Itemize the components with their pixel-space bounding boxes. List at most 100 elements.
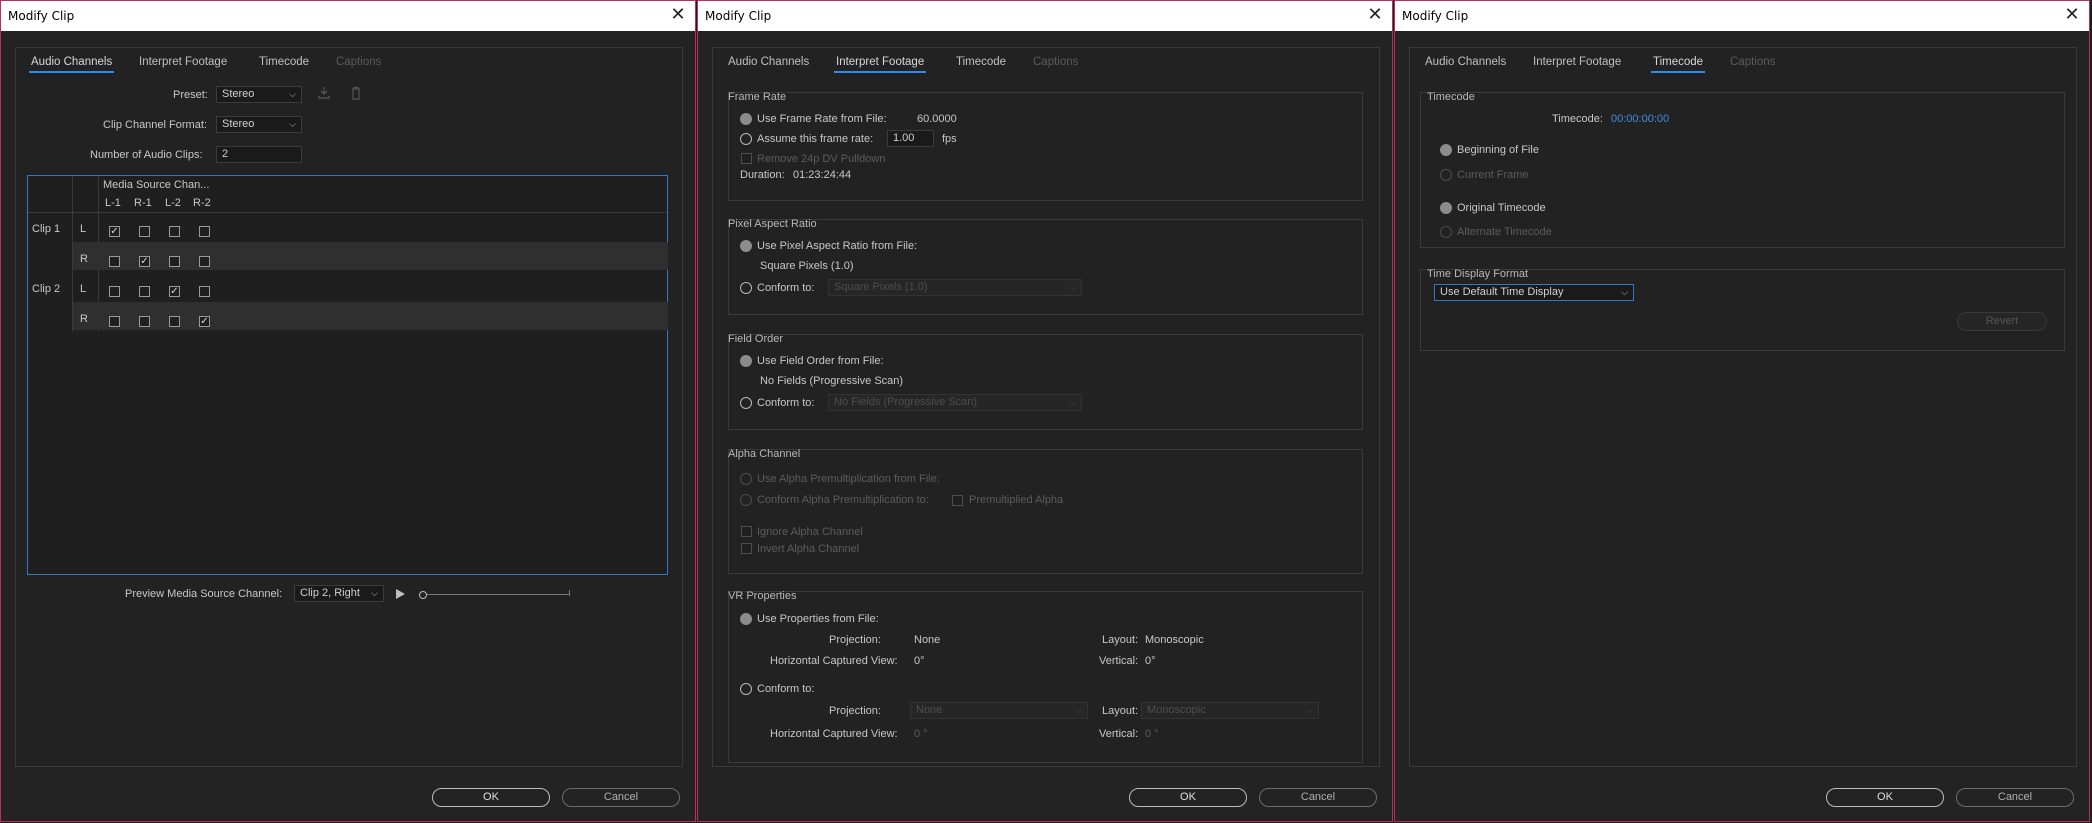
current-frame-label: Current Frame: [1457, 169, 1529, 181]
channel-map-checkbox[interactable]: ✓: [199, 316, 210, 327]
clip-channel-format-dropdown[interactable]: Stereo ⌵: [216, 116, 302, 133]
source-column-r2: R-2: [193, 197, 211, 209]
row-channel-label: R: [80, 253, 88, 265]
channel-map-checkbox[interactable]: [139, 286, 150, 297]
chevron-down-icon: ⌵: [289, 119, 296, 129]
channel-map-checkbox[interactable]: ✓: [169, 286, 180, 297]
conform-alpha-premult-label: Conform Alpha Premultiplication to:: [757, 494, 929, 506]
preview-channel-dropdown[interactable]: Clip 2, Right ⌵: [294, 585, 384, 602]
original-timecode-radio[interactable]: [1440, 202, 1452, 214]
assume-frame-rate-radio[interactable]: [740, 133, 752, 145]
beginning-of-file-radio[interactable]: [1440, 144, 1452, 156]
cancel-button[interactable]: Cancel: [562, 788, 680, 807]
clip-channel-format-value: Stereo: [222, 118, 255, 130]
chevron-down-icon: ⌵: [1621, 287, 1628, 297]
dialog-panel: Audio Channels Interpret Footage Timecod…: [712, 47, 1380, 767]
tab-interpret-footage[interactable]: Interpret Footage: [139, 56, 227, 68]
channel-map-checkbox[interactable]: [199, 226, 210, 237]
channel-map-checkbox[interactable]: [169, 316, 180, 327]
channel-map-checkbox[interactable]: ✓: [109, 226, 120, 237]
conform-par-value: Square Pixels (1.0): [834, 281, 928, 293]
use-par-label: Use Pixel Aspect Ratio from File:: [757, 240, 918, 252]
clip-1-label: Clip 1: [32, 223, 61, 235]
conform-field-order-radio[interactable]: [740, 397, 752, 409]
duration-label: Duration:: [740, 169, 785, 181]
conform-par-dropdown: Square Pixels (1.0) ⌵: [828, 279, 1082, 296]
chevron-down-icon: ⌵: [1306, 705, 1313, 715]
vertical-label: Vertical:: [1099, 655, 1139, 667]
layout-value: Monoscopic: [1145, 634, 1204, 646]
tab-timecode[interactable]: Timecode: [956, 56, 1006, 68]
window-title: Modify Clip: [1402, 9, 1469, 23]
cancel-button[interactable]: Cancel: [1259, 788, 1377, 807]
ok-button[interactable]: OK: [1129, 788, 1247, 807]
conform-hcv-label: Horizontal Captured View:: [770, 728, 898, 740]
tab-audio-channels[interactable]: Audio Channels: [728, 56, 809, 68]
tab-audio-channels[interactable]: Audio Channels: [28, 56, 115, 73]
timecode-label: Timecode:: [1552, 113, 1603, 125]
timecode-group: Timecode Timecode: 00:00:00:00 Beginning…: [1420, 91, 2065, 248]
close-icon[interactable]: ✕: [667, 4, 689, 26]
tab-audio-channels[interactable]: Audio Channels: [1425, 56, 1506, 68]
preset-dropdown[interactable]: Stereo ⌵: [216, 86, 302, 103]
row-channel-label: L: [80, 223, 87, 235]
conform-par-radio[interactable]: [740, 282, 752, 294]
channel-map-checkbox[interactable]: [109, 316, 120, 327]
conform-layout-label: Layout:: [1102, 705, 1139, 717]
tab-timecode[interactable]: Timecode: [1650, 56, 1706, 73]
time-display-format-dropdown[interactable]: Use Default Time Display ⌵: [1434, 284, 1634, 301]
invert-alpha-label: Invert Alpha Channel: [757, 543, 860, 555]
channel-map-checkbox[interactable]: [109, 256, 120, 267]
use-vr-from-file-radio[interactable]: [740, 613, 752, 625]
channel-map-checkbox[interactable]: [139, 226, 150, 237]
use-par-from-file-radio[interactable]: [740, 240, 752, 252]
channel-map-checkbox[interactable]: [139, 316, 150, 327]
conform-vertical-value[interactable]: 0 °: [1145, 728, 1159, 740]
vr-properties-title: VR Properties: [728, 590, 797, 602]
scrubber-handle[interactable]: [419, 591, 427, 599]
alpha-channel-title: Alpha Channel: [728, 448, 801, 460]
channel-map-checkbox[interactable]: [109, 286, 120, 297]
chevron-down-icon: ⌵: [289, 89, 296, 99]
channel-map-checkbox[interactable]: ✓: [139, 256, 150, 267]
beginning-of-file-label: Beginning of File: [1457, 144, 1539, 156]
tab-captions: Captions: [1033, 56, 1079, 68]
channel-map-checkbox[interactable]: [169, 226, 180, 237]
conform-alpha-premult-radio: [740, 494, 752, 506]
ok-button[interactable]: OK: [1826, 788, 1944, 807]
modify-clip-window-audio: Modify Clip ✕ Audio Channels Interpret F…: [0, 0, 696, 822]
number-of-audio-clips-input[interactable]: 2: [216, 146, 302, 163]
ignore-alpha-checkbox: [741, 526, 752, 537]
channel-map-checkbox[interactable]: [199, 256, 210, 267]
use-field-order-from-file-radio[interactable]: [740, 355, 752, 367]
use-frame-rate-from-file-radio[interactable]: [740, 113, 752, 125]
save-preset-icon[interactable]: [317, 86, 331, 100]
file-frame-rate-value: 60.0000: [917, 113, 957, 125]
tab-captions: Captions: [1730, 56, 1776, 68]
pixel-aspect-title: Pixel Aspect Ratio: [728, 218, 817, 230]
timecode-value[interactable]: 00:00:00:00: [1611, 113, 1669, 125]
tab-captions: Captions: [336, 56, 382, 68]
delete-preset-icon[interactable]: [349, 86, 363, 100]
conform-vr-radio[interactable]: [740, 683, 752, 695]
conform-vr-label: Conform to:: [757, 683, 815, 695]
channel-map-checkbox[interactable]: [169, 256, 180, 267]
close-icon[interactable]: ✕: [2061, 4, 2083, 26]
ok-button[interactable]: OK: [432, 788, 550, 807]
chevron-down-icon: ⌵: [1069, 397, 1076, 407]
close-icon[interactable]: ✕: [1364, 4, 1386, 26]
vertical-value: 0°: [1145, 655, 1156, 667]
channel-map-checkbox[interactable]: [199, 286, 210, 297]
tab-interpret-footage[interactable]: Interpret Footage: [1533, 56, 1621, 68]
play-icon[interactable]: [394, 588, 406, 600]
tab-interpret-footage[interactable]: Interpret Footage: [833, 56, 927, 73]
conform-field-order-value: No Fields (Progressive Scan): [834, 396, 978, 408]
time-display-format-title: Time Display Format: [1427, 268, 1529, 280]
cancel-button[interactable]: Cancel: [1956, 788, 2074, 807]
channel-grid: Media Source Chan... L-1 R-1 L-2 R-2 Cli…: [27, 175, 668, 575]
tab-timecode[interactable]: Timecode: [259, 56, 309, 68]
conform-hcv-value[interactable]: 0 °: [914, 728, 928, 740]
preview-label: Preview Media Source Channel:: [125, 588, 283, 600]
assume-frame-rate-input[interactable]: 1.00: [887, 130, 934, 147]
preview-scrubber[interactable]: [419, 590, 570, 599]
